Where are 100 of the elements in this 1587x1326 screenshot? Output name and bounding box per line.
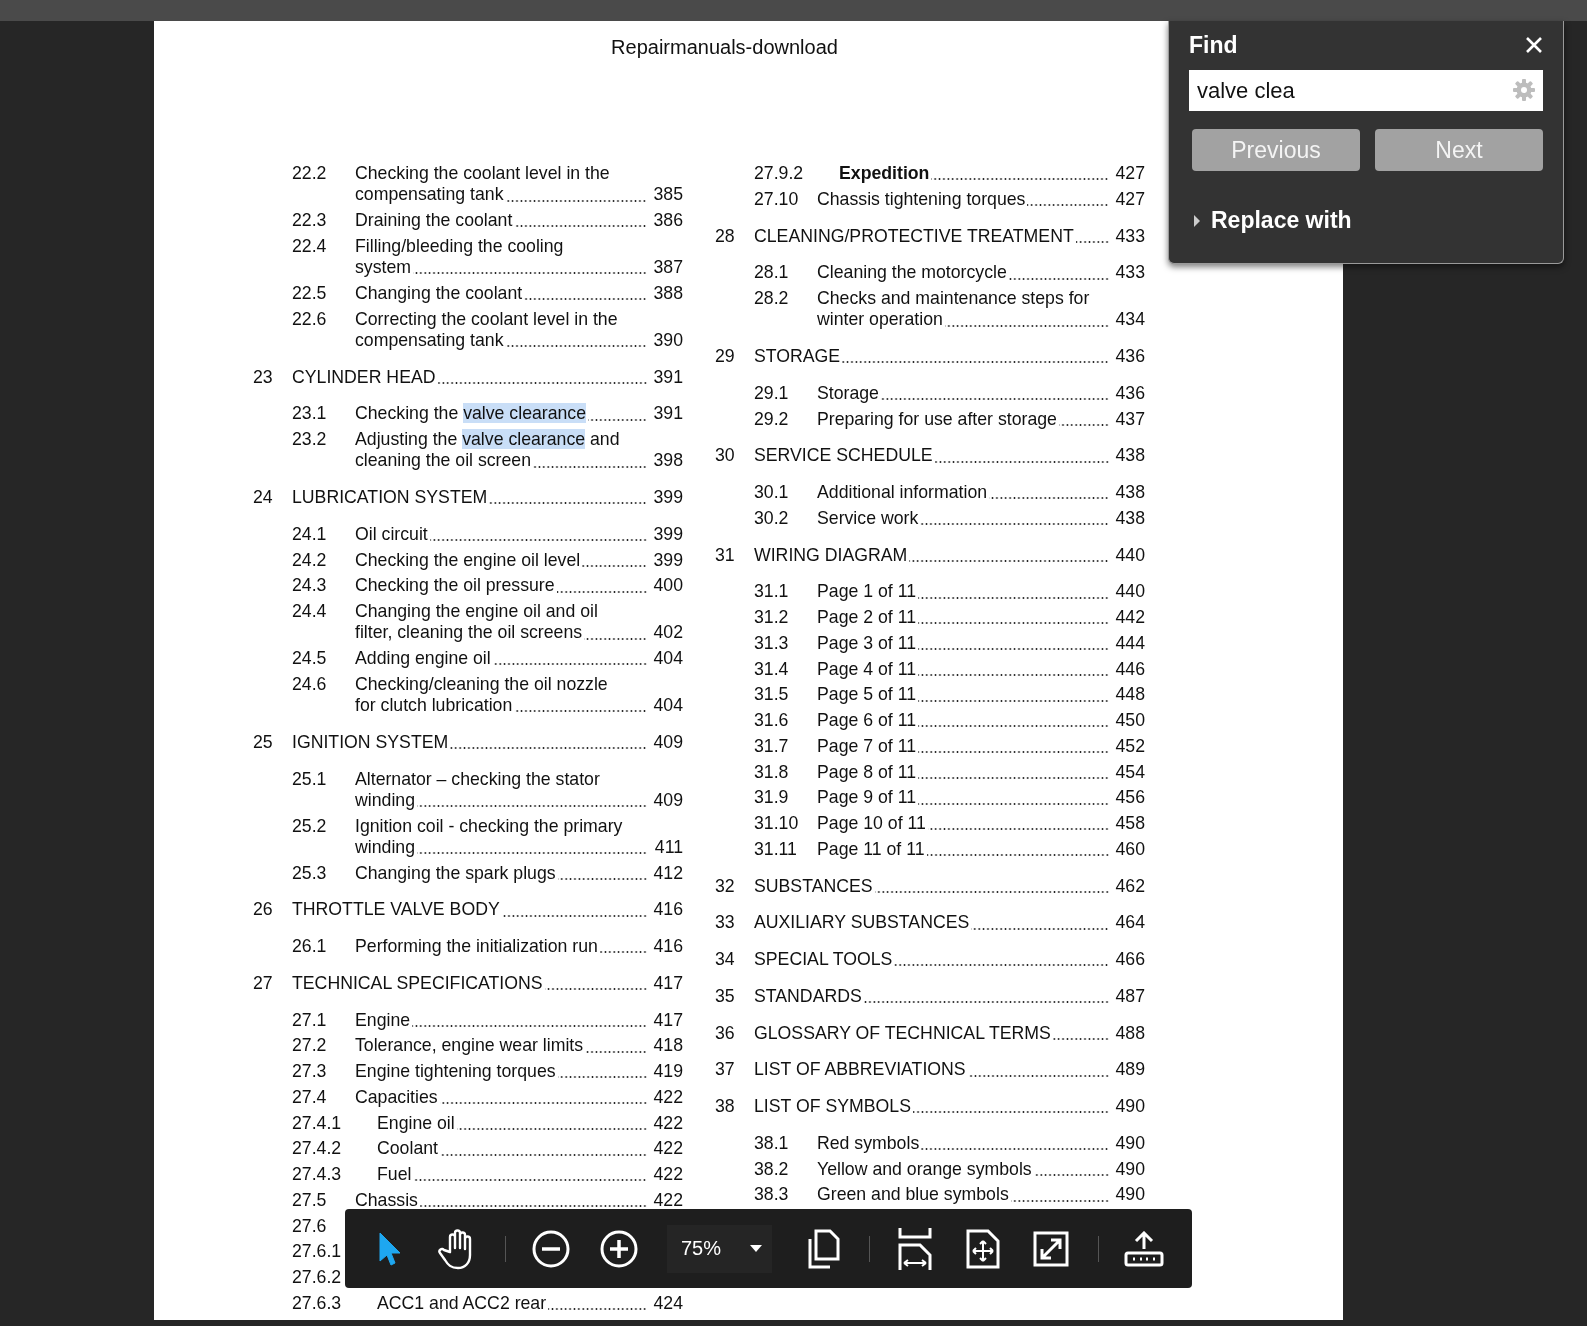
toc-entry-title[interactable]: winding bbox=[355, 789, 415, 811]
toc-entry-title[interactable]: Fuel bbox=[377, 1164, 412, 1186]
page-number: 448 bbox=[1115, 684, 1145, 706]
toc-entry-title[interactable]: THROTTLE VALVE BODY bbox=[292, 899, 500, 921]
toc-entry-title[interactable]: Green and blue symbols bbox=[817, 1184, 1009, 1206]
toc-entry-title[interactable]: IGNITION SYSTEM bbox=[292, 731, 449, 753]
close-icon[interactable] bbox=[1525, 36, 1543, 54]
page-number: 404 bbox=[653, 648, 683, 670]
toc-entry-title[interactable]: winding bbox=[355, 836, 415, 858]
toc-entry-title[interactable]: Page 3 of 11 bbox=[817, 632, 916, 654]
toc-entry-title[interactable]: Service work bbox=[817, 507, 919, 529]
toc-entry-title[interactable]: Page 2 of 11 bbox=[817, 607, 916, 629]
page-number: 387 bbox=[653, 257, 683, 279]
toc-entry-title[interactable]: Storage bbox=[817, 382, 879, 404]
toc-entry-title[interactable]: Page 8 of 11 bbox=[817, 761, 916, 783]
toc-entry-title[interactable]: Ignition coil - checking the primary bbox=[355, 815, 623, 836]
toc-entry-title[interactable]: Adjusting the valve clearance and bbox=[355, 429, 620, 449]
toc-entry-title[interactable]: Changing the engine oil and oil bbox=[355, 601, 598, 621]
toc-entry-title[interactable]: Checks and maintenance steps for bbox=[817, 288, 1090, 308]
toc-entry-title[interactable]: Engine bbox=[355, 1009, 411, 1031]
toc-entry-title[interactable]: Page 9 of 11 bbox=[817, 787, 916, 809]
section-number: 27.3 bbox=[292, 1061, 328, 1083]
toc-entry-title[interactable]: for clutch lubrication bbox=[355, 695, 513, 717]
toc-entry-title[interactable]: Cleaning the motorcycle bbox=[817, 262, 1007, 284]
toc-entry-title[interactable]: cleaning the oil screen bbox=[355, 450, 531, 472]
toc-entry-title[interactable]: GLOSSARY OF TECHNICAL TERMS bbox=[754, 1022, 1051, 1044]
replace-toggle[interactable]: Replace with bbox=[1189, 207, 1352, 234]
toc-entry-title[interactable]: Red symbols bbox=[817, 1132, 920, 1154]
toc-entry-title[interactable]: Changing the coolant bbox=[355, 282, 523, 304]
toc-entry-title[interactable]: CLEANING/PROTECTIVE TREATMENT bbox=[754, 225, 1074, 247]
toc-entry-title[interactable]: compensating tank bbox=[355, 329, 504, 351]
toc-entry-title[interactable]: Chassis bbox=[355, 1189, 418, 1211]
section-number: 30.1 bbox=[754, 482, 790, 504]
toc-entry-title[interactable]: Checking the oil pressure bbox=[355, 575, 555, 597]
toc-entry-title[interactable]: Filling/bleeding the cooling bbox=[355, 235, 564, 256]
toc-entry-title[interactable]: Expedition bbox=[839, 163, 930, 185]
toc-entry-title[interactable]: Page 7 of 11 bbox=[817, 735, 916, 757]
toc-entry-title[interactable]: Yellow and orange symbols bbox=[817, 1158, 1032, 1180]
toc-entry-title[interactable]: Engine tightening torques bbox=[355, 1061, 556, 1083]
section-number: 38.1 bbox=[754, 1132, 790, 1154]
toc-entry-title[interactable]: Capacities bbox=[355, 1086, 438, 1108]
toc-entry-title[interactable]: Page 4 of 11 bbox=[817, 658, 916, 680]
page-number: 417 bbox=[653, 1009, 683, 1031]
section-number: 31.6 bbox=[754, 710, 790, 732]
toc-entry-title[interactable]: Adding engine oil bbox=[355, 648, 491, 670]
section-number: 27.4 bbox=[292, 1086, 328, 1108]
page-number: 427 bbox=[1115, 163, 1145, 185]
section-number: 38 bbox=[715, 1096, 736, 1118]
section-number: 29.2 bbox=[754, 408, 790, 430]
toc-entry-title[interactable]: Draining the coolant bbox=[355, 210, 513, 232]
toc-entry-title[interactable]: Preparing for use after storage bbox=[817, 408, 1057, 430]
section-number: 27.4.1 bbox=[292, 1112, 343, 1134]
zoom-dropdown[interactable]: 75% bbox=[667, 1224, 772, 1273]
page-number: 388 bbox=[653, 282, 683, 304]
toc-entry-title[interactable]: Oil circuit bbox=[355, 523, 428, 545]
toc-entry-title[interactable]: Tolerance, engine wear limits bbox=[355, 1035, 584, 1057]
toc-entry-title[interactable]: SERVICE SCHEDULE bbox=[754, 445, 933, 467]
toc-entry-title[interactable]: LIST OF SYMBOLS bbox=[754, 1096, 911, 1118]
toc-entry-title[interactable]: Page 5 of 11 bbox=[817, 684, 916, 706]
toc-entry-title[interactable]: Performing the initialization run bbox=[355, 936, 598, 958]
section-number: 25.1 bbox=[292, 768, 328, 791]
toc-entry-title[interactable]: Page 1 of 11 bbox=[817, 581, 916, 603]
toc-entry-title[interactable]: Checking the coolant level in the bbox=[355, 163, 610, 183]
toc-entry-title[interactable]: STORAGE bbox=[754, 346, 841, 368]
page-number: 440 bbox=[1115, 581, 1145, 603]
toc-entry-title[interactable]: Checking the engine oil level bbox=[355, 549, 581, 571]
toc-entry-title[interactable]: filter, cleaning the oil screens bbox=[355, 622, 583, 644]
toc-entry-title[interactable]: Checking/cleaning the oil nozzle bbox=[355, 673, 608, 694]
page-header: Repairmanuals-download bbox=[611, 36, 838, 59]
toc-entry-title[interactable]: LUBRICATION SYSTEM bbox=[292, 487, 488, 509]
search-field[interactable]: valve clea bbox=[1189, 70, 1543, 111]
toc-entry-title[interactable]: Chassis tightening torques bbox=[817, 188, 1026, 210]
page-number: 433 bbox=[1115, 262, 1145, 284]
toc-entry-title[interactable]: SPECIAL TOOLS bbox=[754, 949, 893, 971]
toc-entry-title[interactable]: LIST OF ABBREVIATIONS bbox=[754, 1059, 966, 1081]
toc-entry-title[interactable]: WIRING DIAGRAM bbox=[754, 544, 908, 566]
toc-entry-title[interactable]: TECHNICAL SPECIFICATIONS bbox=[292, 972, 543, 994]
toc-entry-title[interactable]: SUBSTANCES bbox=[754, 875, 873, 897]
toc-entry-title[interactable]: system bbox=[355, 257, 412, 279]
toc-entry-title[interactable]: Coolant bbox=[377, 1138, 438, 1160]
toc-entry-title[interactable]: Page 10 of 11 bbox=[817, 813, 926, 835]
section-number: 36 bbox=[715, 1022, 736, 1044]
section-number: 27.6.2 bbox=[292, 1267, 343, 1289]
toc-entry-title[interactable]: Correcting the coolant level in the bbox=[355, 308, 618, 329]
page-number: 433 bbox=[1115, 225, 1145, 247]
section-number: 29.1 bbox=[754, 382, 790, 404]
section-number: 25.2 bbox=[292, 815, 328, 838]
toc-entry-title[interactable]: ACC1 and ACC2 rear bbox=[377, 1292, 547, 1314]
toc-entry-title[interactable]: compensating tank bbox=[355, 184, 504, 206]
toc-entry-title[interactable]: Alternator – checking the stator bbox=[355, 768, 600, 789]
toc-entry-title[interactable]: AUXILIARY SUBSTANCES bbox=[754, 912, 970, 934]
toc-entry-title[interactable]: Changing the spark plugs bbox=[355, 862, 556, 884]
page-number: 450 bbox=[1115, 710, 1145, 732]
toc-entry-title[interactable]: Page 11 of 11 bbox=[817, 838, 925, 860]
toc-entry-title[interactable]: CYLINDER HEAD bbox=[292, 366, 436, 388]
toc-entry-title[interactable]: STANDARDS bbox=[754, 985, 862, 1007]
toc-entry-title[interactable]: Additional information bbox=[817, 482, 988, 504]
toc-entry-title[interactable]: Engine oil bbox=[377, 1112, 455, 1134]
toc-entry-title[interactable]: Page 6 of 11 bbox=[817, 710, 916, 732]
toc-entry-title[interactable]: winter operation bbox=[817, 309, 943, 331]
